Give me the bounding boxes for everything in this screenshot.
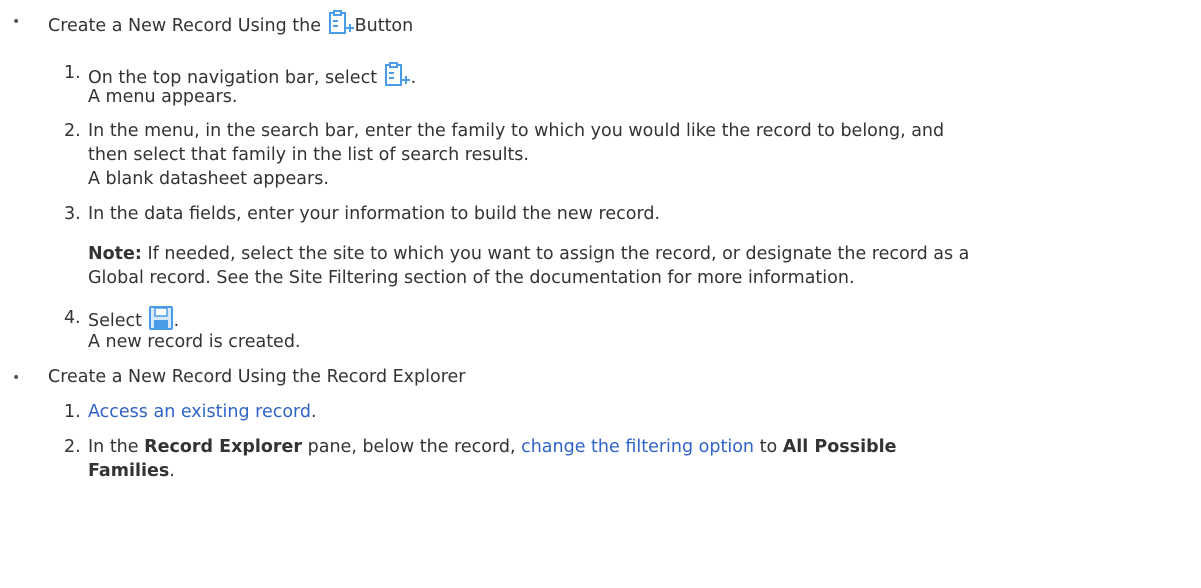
step-1-result: A menu appears. bbox=[88, 87, 238, 107]
section-title-record-explorer: Create a New Record Using the Record Exp… bbox=[48, 367, 466, 387]
step-number: 2. bbox=[64, 121, 81, 141]
families-label: Families bbox=[88, 461, 170, 481]
b-step-2-line2: Families. bbox=[88, 460, 175, 482]
bullet-marker: • bbox=[12, 370, 21, 386]
step-text-end: . bbox=[410, 68, 417, 88]
access-existing-record-link[interactable]: Access an existing record bbox=[88, 402, 311, 422]
step-3-text: In the data fields, enter your informati… bbox=[88, 204, 661, 224]
b-step-1-text: Access an existing record. bbox=[88, 401, 317, 423]
step-2-text-line1: In the menu, in the search bar, enter th… bbox=[88, 121, 945, 141]
section-title-new-record-button: Create a New Record Using the Button bbox=[48, 10, 413, 42]
step-2-result: A blank datasheet appears. bbox=[88, 169, 329, 189]
new-record-icon bbox=[327, 10, 355, 42]
step-number: 4. bbox=[64, 308, 81, 328]
step-text-end: . bbox=[311, 402, 317, 422]
title-text: Create a New Record Using the bbox=[48, 16, 322, 36]
title-text-after: Button bbox=[354, 16, 414, 36]
step-text: Select bbox=[88, 311, 142, 331]
step-text-mid: pane, below the record, bbox=[307, 437, 516, 457]
step-text-end: . bbox=[169, 461, 175, 481]
note-line1: Note: If needed, select the site to whic… bbox=[88, 243, 969, 265]
step-4-result: A new record is created. bbox=[88, 332, 301, 352]
step-number: 2. bbox=[64, 437, 81, 457]
change-filtering-option-link[interactable]: change the filtering option bbox=[521, 437, 754, 457]
step-text: In the bbox=[88, 437, 139, 457]
step-2-text-line2: then select that family in the list of s… bbox=[88, 145, 529, 165]
b-step-2-line1: In the Record Explorer pane, below the r… bbox=[88, 436, 896, 458]
document-page: • Create a New Record Using the Button 1… bbox=[0, 0, 1201, 588]
step-text-mid2: to bbox=[759, 437, 778, 457]
note-label: Note: bbox=[88, 244, 142, 264]
all-possible-label: All Possible bbox=[782, 437, 897, 457]
new-record-icon bbox=[383, 62, 411, 94]
step-number: 1. bbox=[64, 63, 81, 83]
record-explorer-label: Record Explorer bbox=[144, 437, 303, 457]
note-text-line2: Global record. See the Site Filtering se… bbox=[88, 268, 855, 288]
step-number: 1. bbox=[64, 402, 81, 422]
step-number: 3. bbox=[64, 204, 81, 224]
bullet-marker: • bbox=[12, 14, 21, 30]
note-text-line1: If needed, select the site to which you … bbox=[147, 244, 970, 264]
step-text-end: . bbox=[173, 311, 180, 331]
step-text: On the top navigation bar, select bbox=[88, 68, 378, 88]
